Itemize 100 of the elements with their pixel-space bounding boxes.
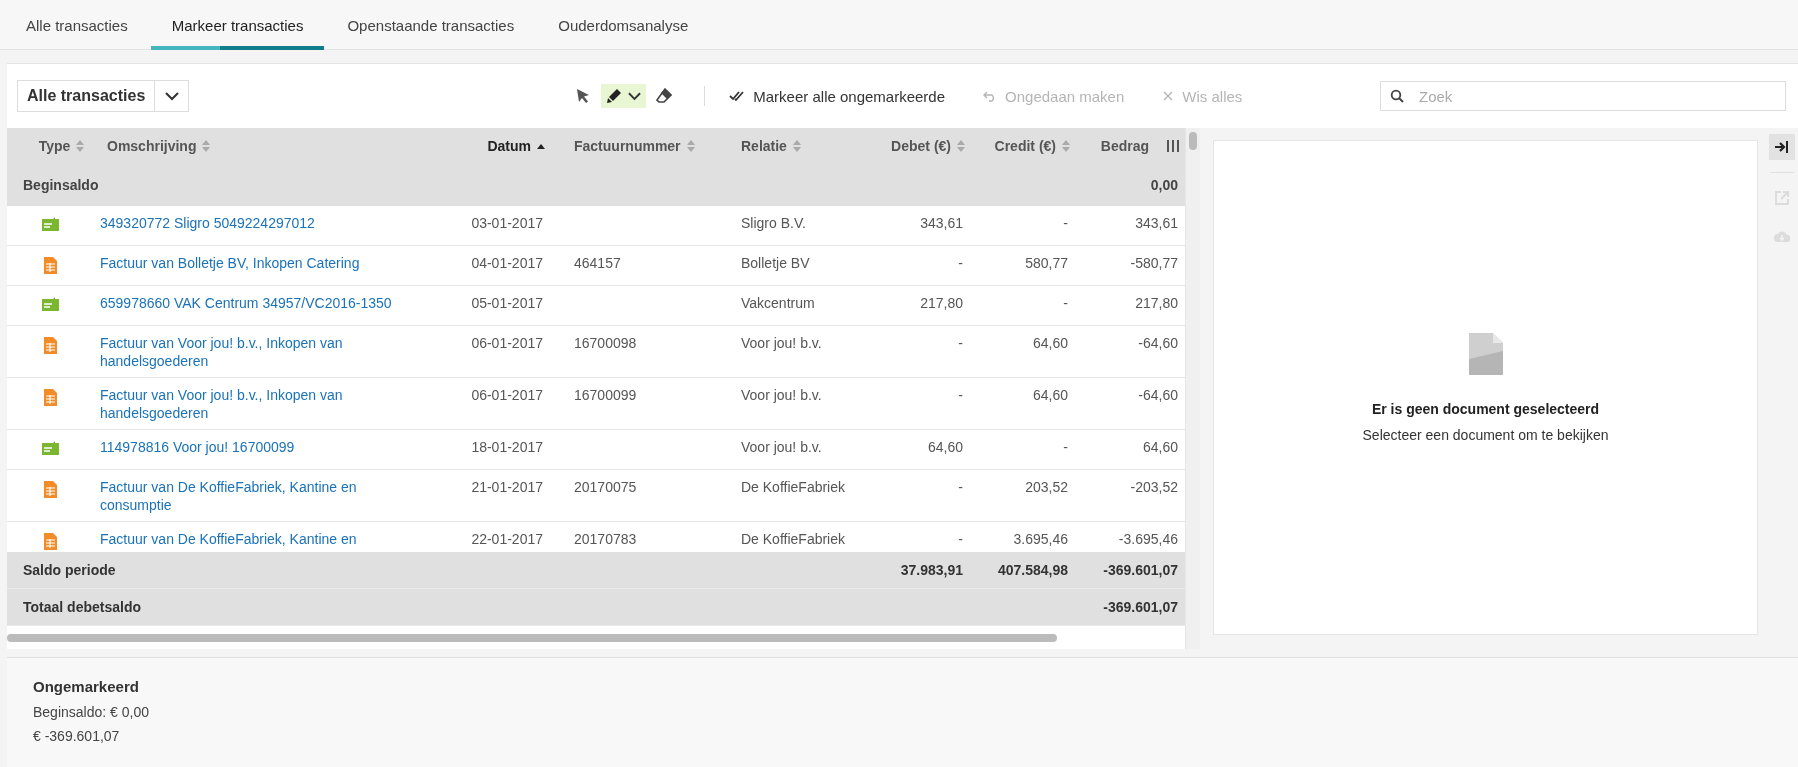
document-icon <box>1468 332 1503 375</box>
column-header[interactable]: Omschrijving <box>107 137 197 154</box>
invoice-number-cell: 16700098 <box>574 334 637 351</box>
relation-cell: Voor jou! b.v. <box>741 334 822 351</box>
date-cell: 04-01-2017 <box>471 254 543 271</box>
collapse-panel-button[interactable] <box>1769 134 1795 160</box>
date-cell: 22-01-2017 <box>471 530 543 547</box>
credit-cell: 3.695,46 <box>1013 530 1068 547</box>
double-check-icon <box>729 90 746 102</box>
debit-cell: - <box>958 386 963 403</box>
sort-icon[interactable] <box>957 139 965 152</box>
sort-ascending-icon[interactable] <box>537 142 545 149</box>
tab[interactable]: Markeer transacties <box>150 0 325 50</box>
column-header[interactable]: Factuurnummer <box>574 137 681 154</box>
description-link[interactable]: Factuur van Voor jou! b.v., Inkopen van handelsgoederen <box>100 333 400 377</box>
invoice-number-cell: 20170075 <box>574 478 637 495</box>
column-header[interactable]: Relatie <box>741 137 787 154</box>
amount-cell: -3.695,46 <box>1118 530 1178 547</box>
invoice-number-cell: 16700099 <box>574 386 637 403</box>
amount-cell: -203,52 <box>1130 478 1178 495</box>
invoice-icon <box>44 336 57 354</box>
invoice-number-cell: 464157 <box>574 254 621 271</box>
opening-balance-amount: 0,00 <box>1149 176 1179 193</box>
columns-icon[interactable] <box>1167 139 1179 152</box>
empty-state-title: Er is geen document geselecteerd <box>1371 400 1600 417</box>
debit-cell: - <box>958 530 963 547</box>
invoice-icon <box>44 388 57 406</box>
bank-statement-icon <box>42 216 59 231</box>
credit-cell: 580,77 <box>1025 254 1068 271</box>
summary-line: € -369.601,07 <box>33 728 121 744</box>
total-debit: 37.983,91 <box>900 561 963 578</box>
total-label: Saldo periode <box>22 561 117 578</box>
view-select[interactable]: Alle transacties <box>17 80 190 112</box>
description-link[interactable]: 114978816 Voor jou! 16700099 <box>100 437 400 463</box>
amount-cell: 217,80 <box>1135 294 1178 311</box>
amount-cell: -580,77 <box>1130 254 1178 271</box>
invoice-icon <box>44 532 57 550</box>
debit-cell: - <box>958 478 963 495</box>
pen-icon <box>606 88 623 104</box>
column-header[interactable]: Datum <box>487 137 531 154</box>
debit-cell: - <box>958 334 963 351</box>
date-cell: 05-01-2017 <box>471 294 543 311</box>
sort-icon[interactable] <box>1062 139 1070 152</box>
sort-icon[interactable] <box>792 139 801 152</box>
total-amount: -369.601,07 <box>1103 599 1178 616</box>
collapse-icon <box>1775 140 1789 154</box>
description-link[interactable]: Factuur van Voor jou! b.v., Inkopen van handelsgoederen <box>100 385 400 429</box>
empty-state-message: Selecteer een document om te bekijken <box>1362 426 1609 443</box>
eraser-icon <box>656 88 673 104</box>
credit-cell: 64,60 <box>1032 386 1068 403</box>
tab[interactable]: Alle transacties <box>5 0 149 50</box>
description-link[interactable]: 659978660 VAK Centrum 34957/VC2016-1350 <box>100 293 400 319</box>
total-amount: -369.601,07 <box>1103 561 1178 578</box>
total-credit: 407.584,98 <box>997 561 1068 578</box>
credit-cell: - <box>1063 438 1068 455</box>
amount-cell: -64,60 <box>1138 334 1178 351</box>
description-link[interactable]: Factuur van Bolletje BV, Inkopen Catering <box>100 253 400 279</box>
description-link[interactable]: Factuur van De KoffieFabriek, Kantine en <box>100 529 400 552</box>
invoice-icon <box>44 480 57 498</box>
horizontal-scrollbar[interactable] <box>7 633 1057 642</box>
date-cell: 03-01-2017 <box>471 214 543 231</box>
debit-cell: 217,80 <box>920 294 963 311</box>
debit-cell: 343,61 <box>920 214 963 231</box>
bank-statement-icon <box>42 296 59 311</box>
caret-icon <box>628 91 642 101</box>
column-header[interactable]: Bedrag <box>1100 137 1149 154</box>
amount-cell: -64,60 <box>1138 386 1178 403</box>
amount-cell: 64,60 <box>1142 438 1178 455</box>
date-cell: 06-01-2017 <box>471 386 543 403</box>
sort-icon[interactable] <box>202 139 211 152</box>
column-header[interactable]: Debet (€) <box>891 137 951 154</box>
mark-all-button[interactable]: Markeer alle ongemarkeerde <box>729 87 946 105</box>
column-header[interactable]: Credit (€) <box>994 137 1056 154</box>
debit-cell: - <box>958 254 963 271</box>
relation-cell: Vakcentrum <box>741 294 815 311</box>
close-icon <box>1162 90 1175 102</box>
column-header[interactable]: Type <box>38 137 71 154</box>
relation-cell: Bolletje BV <box>741 254 810 271</box>
credit-cell: 64,60 <box>1032 334 1068 351</box>
relation-cell: Voor jou! b.v. <box>741 386 822 403</box>
summary-title: Ongemarkeerd <box>33 678 140 695</box>
amount-cell: 343,61 <box>1135 214 1178 231</box>
external-link-icon <box>1775 191 1789 205</box>
credit-cell: 203,52 <box>1025 478 1068 495</box>
sort-icon[interactable] <box>686 139 695 152</box>
credit-cell: - <box>1063 214 1068 231</box>
vertical-scrollbar[interactable] <box>1189 132 1197 150</box>
credit-cell: - <box>1063 294 1068 311</box>
sort-icon[interactable] <box>76 139 85 152</box>
description-link[interactable]: Factuur van De KoffieFabriek, Kantine en consumptie <box>100 477 400 521</box>
tab[interactable]: Openstaande transacties <box>326 0 536 50</box>
search-field[interactable]: Zoek <box>1380 81 1786 111</box>
invoice-icon <box>44 256 57 274</box>
caret-icon <box>164 91 179 101</box>
relation-cell: Voor jou! b.v. <box>741 438 822 455</box>
description-link[interactable]: 349320772 Sligro 5049224297012 <box>100 213 400 239</box>
relation-cell: Sligro B.V. <box>741 214 806 231</box>
total-label: Totaal debetsaldo <box>22 599 142 616</box>
marker-tool-button[interactable] <box>601 84 647 108</box>
tab[interactable]: Ouderdomsanalyse <box>537 0 710 50</box>
